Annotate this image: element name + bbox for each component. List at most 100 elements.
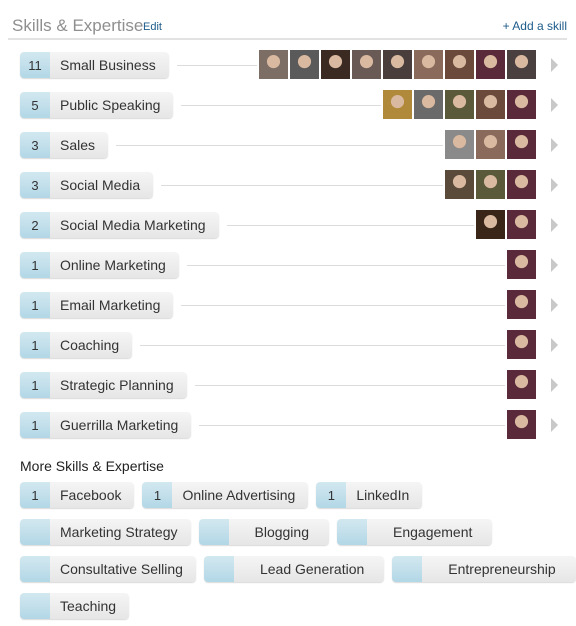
endorser-avatar[interactable] — [445, 90, 474, 119]
endorser-avatars — [507, 330, 536, 359]
more-skills-row: 1 Facebook 1 Online Advertising 1 LinkedIn — [20, 482, 423, 508]
skill-name: Marketing Strategy — [50, 519, 191, 545]
skill-name: Strategic Planning — [50, 372, 187, 398]
endorsement-count — [337, 519, 367, 545]
skill-name: LinkedIn — [346, 482, 423, 508]
endorsement-count — [198, 519, 229, 545]
add-skill-link[interactable]: + Add a skill — [503, 19, 567, 33]
divider-line — [140, 345, 505, 346]
expand-arrow-icon[interactable] — [551, 98, 558, 112]
skill-pill[interactable]: 1 Email Marketing — [20, 292, 174, 318]
endorsement-count — [20, 519, 50, 545]
endorser-avatar[interactable] — [507, 290, 536, 319]
endorser-avatar[interactable] — [290, 50, 319, 79]
skill-pill[interactable]: Engagement — [337, 519, 493, 545]
endorser-avatar[interactable] — [507, 50, 536, 79]
skill-pill[interactable]: 3 Sales — [20, 132, 109, 158]
skill-pill[interactable]: 1 LinkedIn — [316, 482, 423, 508]
skill-pill[interactable]: 1 Guerrilla Marketing — [20, 412, 192, 438]
skill-row: 1 Coaching — [20, 330, 560, 359]
endorser-avatar[interactable] — [445, 50, 474, 79]
skill-pill[interactable]: 3 Social Media — [20, 172, 154, 198]
endorser-avatar[interactable] — [414, 90, 443, 119]
endorser-avatar[interactable] — [476, 130, 505, 159]
more-skills-row: Marketing Strategy Blogging Engagement — [20, 519, 493, 545]
skill-pill[interactable]: Entrepreneurship — [392, 556, 576, 582]
endorser-avatar[interactable] — [507, 250, 536, 279]
endorser-avatars — [507, 290, 536, 319]
divider-line — [177, 65, 257, 66]
skill-name: Engagement — [367, 519, 493, 545]
endorser-avatar[interactable] — [507, 410, 536, 439]
skill-name: Blogging — [228, 519, 329, 545]
endorser-avatar[interactable] — [476, 90, 505, 119]
endorsement-count: 1 — [20, 412, 50, 438]
endorser-avatar[interactable] — [476, 210, 505, 239]
endorser-avatar[interactable] — [383, 50, 412, 79]
endorser-avatar[interactable] — [476, 50, 505, 79]
endorsement-count: 1 — [20, 482, 50, 508]
expand-arrow-icon[interactable] — [551, 218, 558, 232]
divider-line — [181, 305, 505, 306]
skill-pill[interactable]: 1 Strategic Planning — [20, 372, 187, 398]
endorser-avatar[interactable] — [414, 50, 443, 79]
divider-line — [195, 385, 505, 386]
expand-arrow-icon[interactable] — [551, 58, 558, 72]
skill-row: 1 Online Marketing — [20, 250, 560, 279]
expand-arrow-icon[interactable] — [551, 338, 558, 352]
expand-arrow-icon[interactable] — [551, 378, 558, 392]
expand-arrow-icon[interactable] — [551, 178, 558, 192]
skill-name: Social Media Marketing — [50, 212, 219, 238]
endorser-avatar[interactable] — [445, 170, 474, 199]
expand-arrow-icon[interactable] — [551, 258, 558, 272]
expand-arrow-icon[interactable] — [551, 138, 558, 152]
divider-line — [187, 265, 505, 266]
skill-name: Small Business — [50, 52, 169, 78]
skill-pill[interactable]: 1 Online Advertising — [142, 482, 309, 508]
skill-pill[interactable]: 5 Public Speaking — [20, 92, 174, 118]
skill-name: Sales — [50, 132, 109, 158]
skill-row: 1 Guerrilla Marketing — [20, 410, 560, 439]
endorser-avatar[interactable] — [352, 50, 381, 79]
endorser-avatar[interactable] — [476, 170, 505, 199]
skill-name: Coaching — [50, 332, 133, 358]
expand-arrow-icon[interactable] — [551, 298, 558, 312]
skill-pill[interactable]: 11 Small Business — [20, 52, 169, 78]
endorser-avatar[interactable] — [507, 330, 536, 359]
endorser-avatars — [507, 370, 536, 399]
endorser-avatar[interactable] — [507, 210, 536, 239]
skill-pill[interactable]: 1 Online Marketing — [20, 252, 179, 278]
endorser-avatars — [259, 50, 536, 79]
endorser-avatar[interactable] — [507, 90, 536, 119]
skill-name: Email Marketing — [50, 292, 174, 318]
skill-pill[interactable]: Marketing Strategy — [20, 519, 191, 545]
endorser-avatar[interactable] — [383, 90, 412, 119]
skill-name: Online Advertising — [172, 482, 309, 508]
endorser-avatar[interactable] — [321, 50, 350, 79]
endorser-avatar[interactable] — [507, 370, 536, 399]
expand-arrow-icon[interactable] — [551, 418, 558, 432]
edit-link[interactable]: Edit — [143, 21, 162, 33]
endorser-avatars — [445, 170, 536, 199]
endorser-avatar[interactable] — [507, 170, 536, 199]
skill-pill[interactable]: Lead Generation — [203, 556, 385, 582]
endorsement-count: 3 — [20, 172, 50, 198]
skill-pill[interactable]: Blogging — [198, 519, 329, 545]
skill-pill[interactable]: Teaching — [20, 593, 130, 619]
endorsement-count: 5 — [20, 92, 50, 118]
endorser-avatar[interactable] — [507, 130, 536, 159]
endorser-avatars — [383, 90, 536, 119]
skill-pill[interactable]: 2 Social Media Marketing — [20, 212, 219, 238]
more-skills-row: Teaching — [20, 593, 130, 619]
skill-pill[interactable]: 1 Facebook — [20, 482, 135, 508]
endorser-avatar[interactable] — [445, 130, 474, 159]
skill-name: Lead Generation — [233, 556, 385, 582]
endorser-avatar[interactable] — [259, 50, 288, 79]
divider-line — [181, 105, 381, 106]
endorser-avatars — [445, 130, 536, 159]
skill-name: Guerrilla Marketing — [50, 412, 192, 438]
divider-line — [199, 425, 505, 426]
divider-line — [161, 185, 443, 186]
skill-pill[interactable]: Consultative Selling — [20, 556, 196, 582]
skill-pill[interactable]: 1 Coaching — [20, 332, 133, 358]
